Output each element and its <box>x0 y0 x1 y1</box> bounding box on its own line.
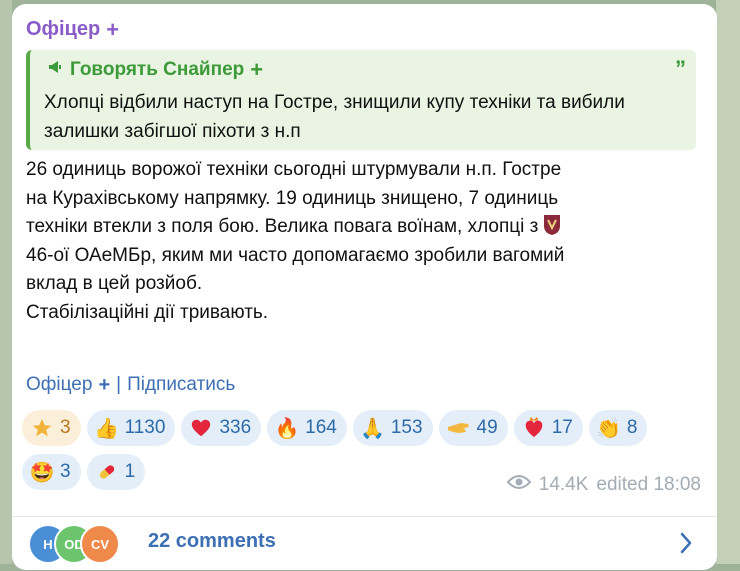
message-line: вклад в цей розйоб. <box>26 273 203 294</box>
pill-icon <box>95 460 119 484</box>
reaction-count: 3 <box>60 417 71 438</box>
heart-on-fire-icon <box>522 416 546 440</box>
quote-icon: ” <box>675 56 686 81</box>
fire-icon: 🔥 <box>274 417 300 440</box>
star-icon <box>30 416 54 440</box>
reaction-count: 153 <box>390 417 423 438</box>
reaction-heart[interactable]: 336 <box>181 410 262 446</box>
chevron-right-icon[interactable] <box>679 531 693 560</box>
chat-background-left <box>0 0 12 564</box>
hand-icon <box>447 416 471 440</box>
message-text: 26 одиниць ворожої техніки сьогодні штур… <box>26 156 706 327</box>
channel-link[interactable]: Офіцер <box>26 374 92 396</box>
edited-time: edited 18:08 <box>596 474 701 495</box>
reaction-heart-on-fire[interactable]: 17 <box>513 410 583 446</box>
clap-icon: 👏 <box>596 417 622 440</box>
comments-footer[interactable]: H OD CV 22 comments <box>12 516 717 571</box>
eye-icon <box>506 474 532 496</box>
chat-background-right <box>716 0 740 564</box>
reaction-pray[interactable]: 🙏 153 <box>352 410 433 446</box>
plus-icon: + <box>106 16 120 42</box>
quote-author[interactable]: Говорять Снайпер + <box>48 59 263 81</box>
reaction-pill[interactable]: 1 <box>86 454 146 490</box>
reaction-count: 8 <box>626 417 638 438</box>
reaction-count: 336 <box>219 417 252 438</box>
message-line: на Курахівському напрямку. 19 одиниць зн… <box>26 187 559 209</box>
quote-text: Хлопці відбили наступ на Гостре, знищили… <box>44 92 625 142</box>
plus-icon: + <box>250 57 264 82</box>
quote-author-name[interactable]: Говорять Снайпер <box>70 59 244 81</box>
message-line: 46-ої ОАеМБр, яким ми часто допомагаємо … <box>26 244 565 266</box>
reaction-clap[interactable]: 👏 8 <box>588 410 648 446</box>
heart-icon <box>189 416 213 440</box>
view-count: 14.4K <box>538 474 589 495</box>
channel-author[interactable]: Офіцер + <box>26 18 119 41</box>
reaction-star[interactable]: 3 <box>22 410 81 446</box>
reaction-count: 1 <box>124 461 136 482</box>
reaction-count: 1130 <box>124 417 166 438</box>
reaction-hand[interactable]: 49 <box>438 410 508 446</box>
subscribe-link[interactable]: Підписатись <box>127 374 235 396</box>
reaction-fire[interactable]: 🔥 164 <box>267 410 347 446</box>
avatar: CV <box>80 524 120 564</box>
message-bubble: Офіцер + Говорять Снайпер + ” Хлопці від… <box>12 4 717 570</box>
reaction-count: 17 <box>551 417 573 438</box>
separator: | <box>116 374 122 395</box>
reaction-count: 164 <box>305 417 337 438</box>
message-line: Стабілізаційні дії тривають. <box>26 301 269 323</box>
reaction-thumbs-up[interactable]: 👍 1130 <box>86 410 176 446</box>
thumbs-up-icon: 👍 <box>94 417 120 440</box>
message-line: техніки втекли з поля бою. Велика повага… <box>26 213 706 242</box>
reaction-count: 3 <box>60 461 71 482</box>
channel-name[interactable]: Офіцер <box>26 18 100 41</box>
reaction-count: 49 <box>476 417 498 438</box>
message-line: 26 одиниць ворожої техніки сьогодні штур… <box>26 159 562 180</box>
forwarded-quote[interactable]: Говорять Снайпер + ” Хлопці відбили наст… <box>26 50 696 150</box>
star-struck-icon: 🤩 <box>29 461 55 484</box>
signature-links: Офіцер + | Підписатись <box>26 374 235 396</box>
brigade-emblem-icon <box>542 214 562 236</box>
plus-icon: + <box>98 374 111 396</box>
comments-link[interactable]: 22 comments <box>148 530 276 553</box>
pray-icon: 🙏 <box>360 417 386 440</box>
message-line-text: техніки втекли з поля бою. Велика повага… <box>26 216 539 237</box>
megaphone-icon <box>48 59 64 81</box>
commenter-avatars: H OD CV <box>28 524 138 564</box>
message-meta: 14.4K edited 18:08 <box>506 474 701 496</box>
reaction-star-struck[interactable]: 🤩 3 <box>22 454 81 490</box>
